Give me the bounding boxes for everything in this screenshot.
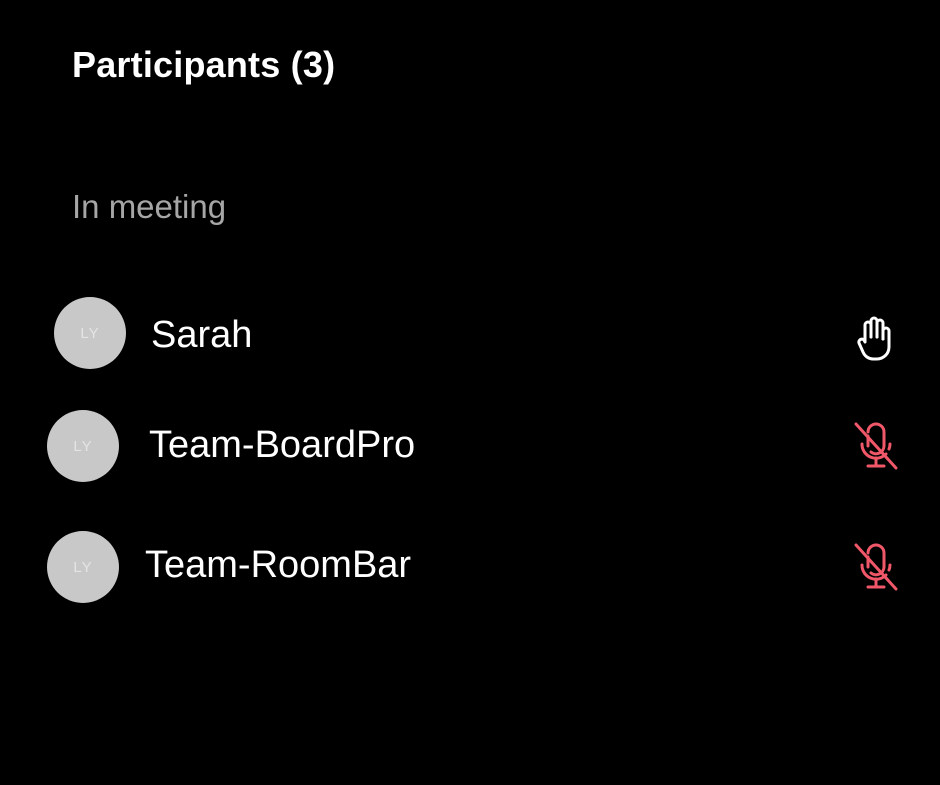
participant-name: Sarah bbox=[151, 314, 253, 356]
avatar-initials: LY bbox=[80, 324, 100, 342]
avatar: LY bbox=[47, 410, 119, 482]
avatar-initials: LY bbox=[73, 558, 93, 576]
avatar: LY bbox=[54, 297, 126, 369]
avatar-initials: LY bbox=[73, 437, 93, 455]
microphone-muted-icon[interactable] bbox=[850, 420, 902, 472]
microphone-muted-icon[interactable] bbox=[850, 541, 902, 593]
participant-name: Team-RoomBar bbox=[145, 544, 412, 586]
avatar: LY bbox=[47, 531, 119, 603]
participant-row-sarah[interactable]: LY Sarah bbox=[0, 297, 940, 377]
participant-row-team-roombar[interactable]: LY Team-RoomBar bbox=[0, 531, 940, 611]
participants-panel: Participants (3) In meeting LY Sarah LY … bbox=[0, 0, 940, 785]
panel-title: Participants (3) bbox=[72, 44, 336, 85]
raised-hand-icon[interactable] bbox=[848, 313, 900, 365]
section-label-in-meeting: In meeting bbox=[72, 188, 227, 225]
participant-name: Team-BoardPro bbox=[149, 424, 416, 466]
participant-row-team-boardpro[interactable]: LY Team-BoardPro bbox=[0, 410, 940, 490]
